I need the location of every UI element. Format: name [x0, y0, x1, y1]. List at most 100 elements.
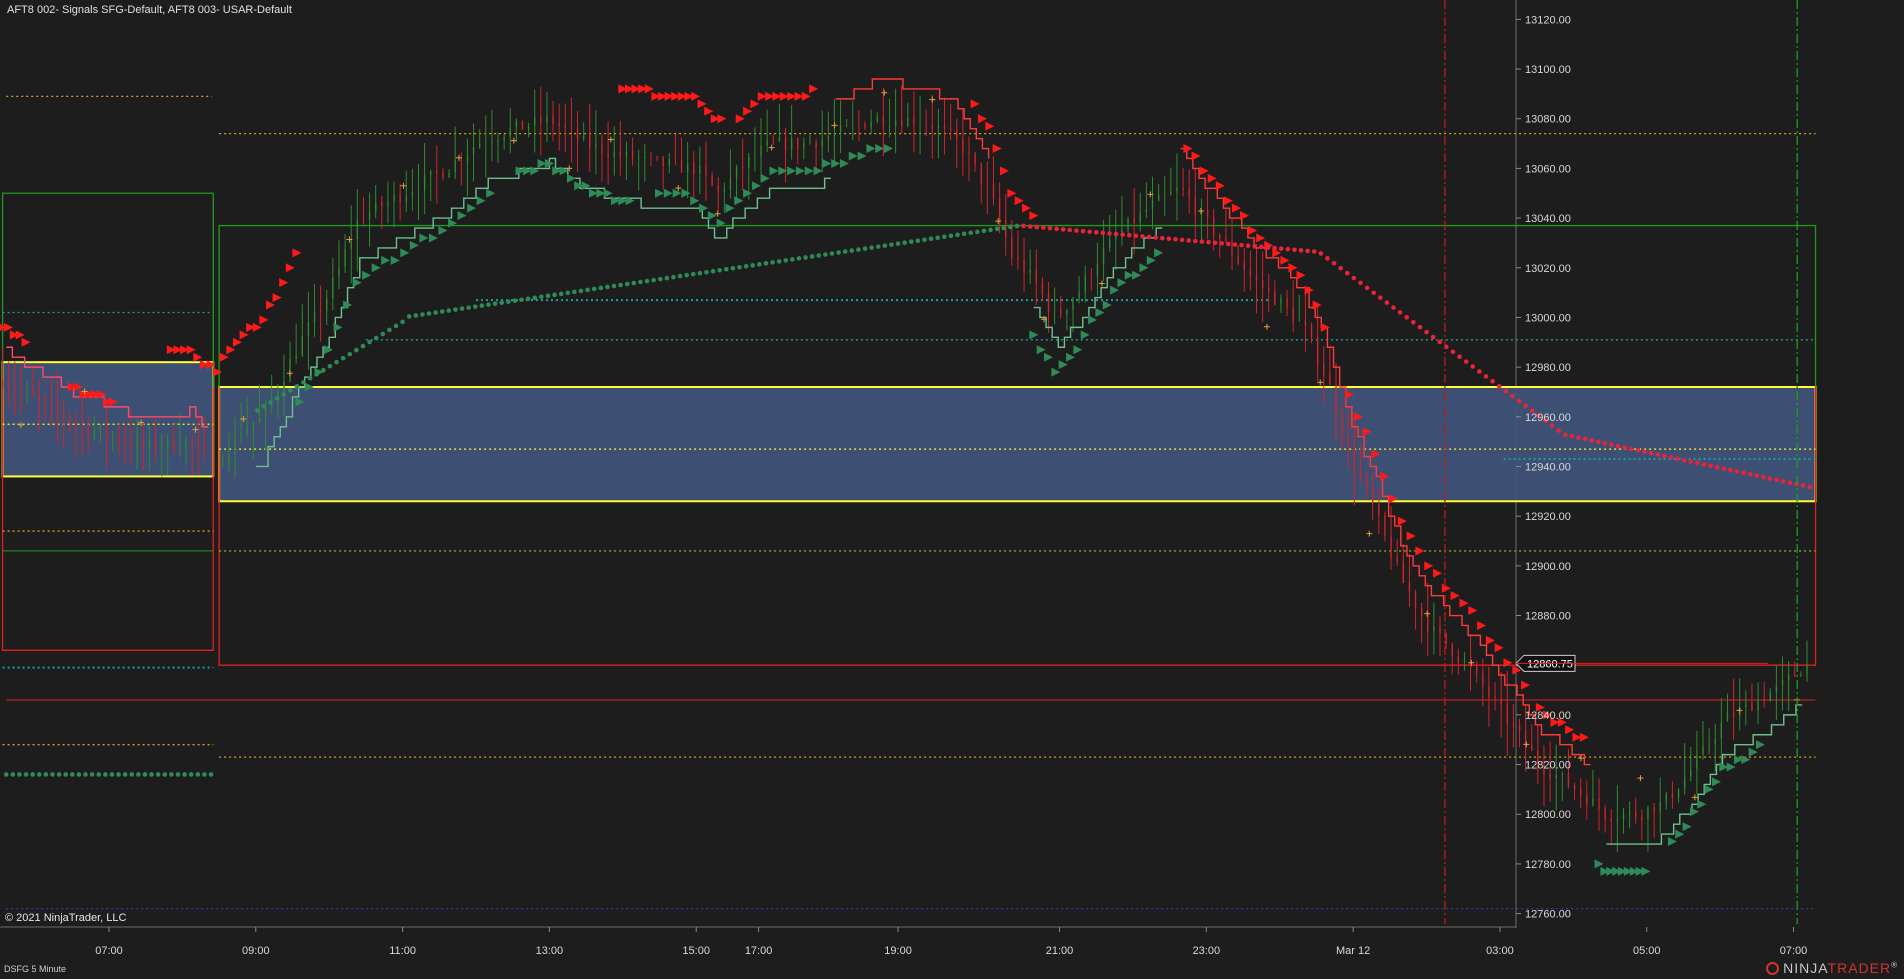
moving-average-dot-up: [750, 263, 756, 268]
moving-average-dot-up: [975, 229, 980, 235]
moving-average-dot-down: [1411, 319, 1416, 325]
moving-average-dot-down: [1728, 467, 1733, 473]
moving-average-dot-down: [1602, 440, 1608, 446]
moving-average-dot-up: [915, 238, 921, 244]
moving-average-dot-down: [1126, 232, 1132, 238]
moving-average-dot-down: [1589, 438, 1594, 443]
moving-average-dot-up: [948, 233, 954, 239]
moving-average-dot-up: [208, 772, 214, 777]
moving-average-dot-up: [327, 363, 333, 369]
ninjatrader-icon: [1766, 961, 1780, 975]
moving-average-dot-up: [23, 772, 29, 777]
moving-average-dot-up: [862, 246, 868, 251]
current-price-label: 12860.75: [1527, 658, 1573, 670]
moving-average-dot-down: [1159, 235, 1165, 241]
moving-average-dot-up: [908, 239, 914, 245]
moving-average-dot-up: [796, 256, 802, 261]
moving-average-dot-up: [539, 294, 544, 300]
time-tick-label: 21:00: [1046, 945, 1074, 957]
moving-average-dot-down: [1780, 478, 1786, 484]
moving-average-dot-up: [268, 400, 273, 405]
moving-average-dot-down: [1595, 439, 1601, 445]
moving-average-dot-up: [968, 230, 974, 236]
moving-average-dot-down: [1212, 240, 1218, 246]
moving-average-dot-down: [1298, 248, 1304, 253]
moving-average-dot-up: [657, 276, 663, 282]
moving-average-dot-up: [70, 772, 75, 777]
moving-average-dot-down: [1166, 236, 1172, 242]
moving-average-dot-down: [1331, 260, 1337, 266]
moving-average-dot-up: [783, 258, 789, 263]
moving-average-dot-up: [254, 408, 260, 413]
price-tick-label: 13060.00: [1525, 163, 1571, 175]
moving-average-dot-down: [1754, 473, 1760, 478]
moving-average-dot-up: [757, 262, 762, 267]
moving-average-dot-down: [1193, 238, 1198, 244]
time-tick-label: 11:00: [389, 945, 416, 957]
moving-average-dot-up: [472, 304, 478, 309]
moving-average-dot-up: [723, 266, 729, 272]
moving-average-dot-up: [790, 257, 795, 262]
moving-average-dot-down: [1642, 449, 1647, 455]
moving-average-dot-up: [591, 286, 597, 292]
moving-average-dot-up: [743, 264, 749, 269]
moving-average-dot-up: [380, 331, 386, 337]
moving-average-dot-up: [439, 309, 445, 314]
moving-average-dot-down: [1681, 457, 1687, 463]
moving-average-dot-up: [704, 269, 709, 275]
moving-average-dot-up: [690, 271, 696, 277]
moving-average-dot-down: [1120, 232, 1125, 237]
moving-average-dot-down: [1734, 469, 1740, 474]
moving-average-dot-down: [1576, 435, 1581, 440]
moving-average-dot-down: [1450, 349, 1456, 355]
moving-average-dot-down: [1695, 460, 1700, 466]
moving-average-dot-up: [717, 267, 722, 273]
moving-average-dot-up: [446, 308, 452, 313]
moving-average-dot-up: [63, 772, 68, 777]
brand-logo: NINJATRADER®: [1766, 960, 1898, 976]
moving-average-dot-up: [532, 295, 538, 301]
moving-average-dot-up: [988, 227, 993, 233]
moving-average-dot-up: [155, 772, 161, 777]
moving-average-dot-up: [122, 772, 128, 777]
moving-average-dot-down: [1470, 364, 1476, 369]
moving-average-dot-up: [611, 283, 617, 289]
price-tick-label: 12980.00: [1525, 362, 1571, 374]
time-tick-label: 05:00: [1633, 945, 1661, 957]
moving-average-dot-up: [129, 772, 135, 777]
moving-average-dot-down: [1060, 227, 1066, 232]
price-chart[interactable]: 12760.00 12780.00 12800.00 12820.00 12840.00…: [0, 0, 1904, 979]
moving-average-dot-down: [1800, 483, 1806, 488]
moving-average-dot-down: [1371, 290, 1376, 296]
moving-average-dot-up: [162, 772, 168, 777]
copyright-label: © 2021 NinjaTrader, LLC: [5, 912, 127, 924]
moving-average-dot-down: [1662, 453, 1667, 459]
moving-average-dot-up: [393, 323, 399, 329]
moving-average-dot-up: [902, 240, 907, 245]
price-tick-label: 13100.00: [1525, 64, 1571, 76]
moving-average-dot-up: [895, 241, 901, 246]
moving-average-dot-down: [1153, 235, 1158, 240]
series-label: DSFG 5 Minute: [4, 964, 67, 974]
moving-average-dot-up: [578, 288, 584, 294]
moving-average-dot-down: [1615, 443, 1621, 449]
moving-average-dot-down: [1305, 248, 1310, 254]
moving-average-dot-down: [1503, 388, 1509, 394]
moving-average-dot-up: [512, 298, 518, 304]
moving-average-dot-up: [294, 384, 300, 389]
moving-average-dot-down: [1774, 477, 1779, 483]
moving-average-dot-up: [169, 772, 174, 777]
moving-average-dot-down: [1054, 226, 1059, 232]
moving-average-dot-down: [1516, 398, 1522, 404]
moving-average-dot-down: [1034, 224, 1040, 230]
moving-average-dot-down: [1219, 241, 1225, 246]
time-tick-label: 03:00: [1486, 945, 1514, 957]
moving-average-dot-down: [1100, 230, 1106, 236]
moving-average-dot-down: [1239, 242, 1244, 248]
moving-average-dot-up: [618, 282, 623, 288]
moving-average-dot-down: [1701, 462, 1707, 467]
moving-average-dot-down: [1747, 471, 1753, 477]
price-tick-label: 13000.00: [1525, 312, 1571, 324]
price-tick-label: 13120.00: [1525, 14, 1571, 26]
moving-average-dot-up: [188, 772, 194, 777]
